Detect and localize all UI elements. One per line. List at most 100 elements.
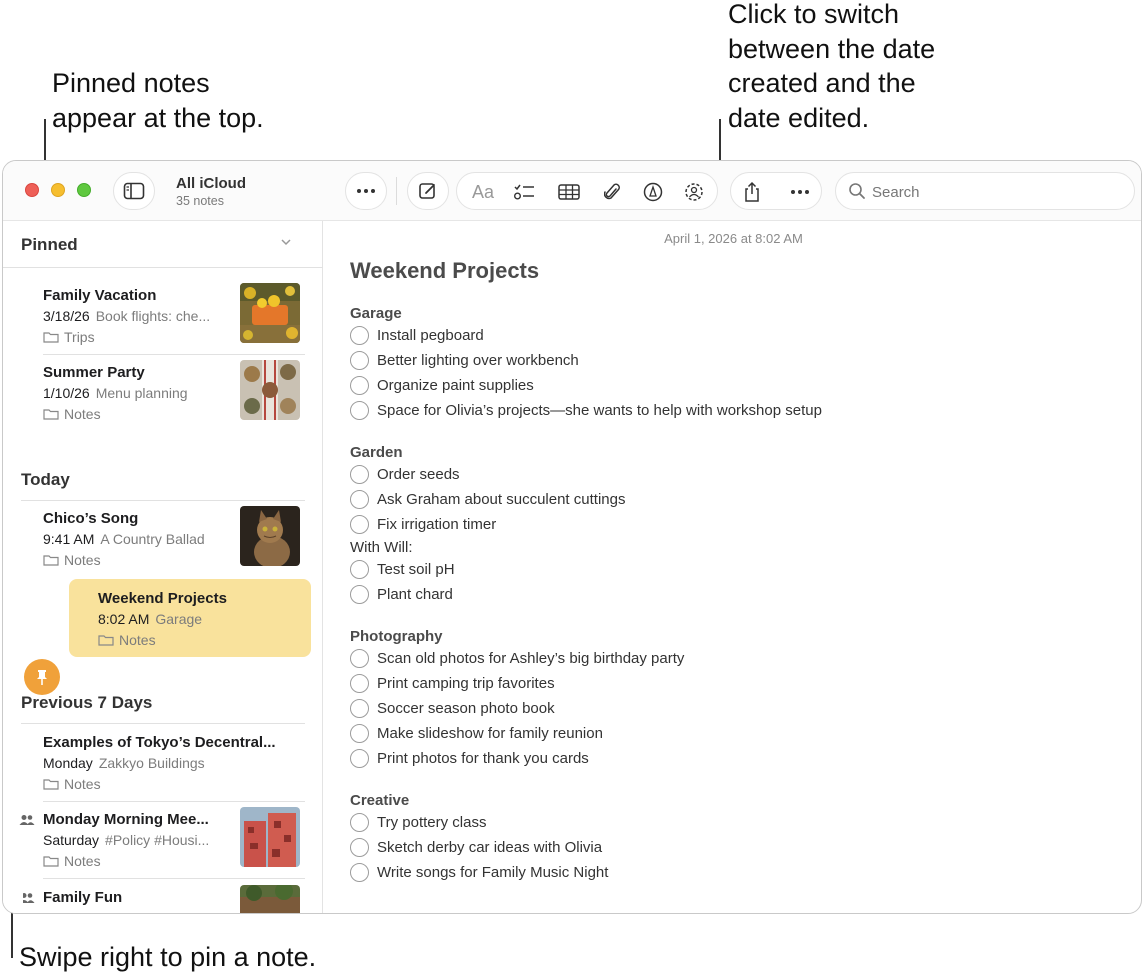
note-folder: Notes: [43, 776, 101, 792]
notes-list-sidebar: Pinned Family Vacation 3/18/26 Book fligh…: [3, 221, 323, 913]
note-item-monday-meeting[interactable]: Monday Morning Mee... Saturday #Policy #H…: [19, 807, 305, 883]
checklist-button[interactable]: [513, 182, 535, 202]
folder-icon: [43, 779, 59, 790]
note-date-toggle[interactable]: April 1, 2026 at 8:02 AM: [324, 231, 1141, 246]
note-preview: #Policy #Housi...: [105, 832, 210, 848]
checklist-item-text: Soccer season photo book: [377, 699, 555, 717]
folder-icon: [43, 409, 59, 420]
chevron-down-icon[interactable]: [279, 235, 293, 249]
checkbox[interactable]: [350, 489, 369, 509]
sidebar-toggle-button[interactable]: [113, 172, 155, 210]
checklist-item[interactable]: Test soil pH: [350, 558, 455, 580]
search-field[interactable]: [835, 172, 1135, 210]
note-item-weekend-projects[interactable]: Weekend Projects 8:02 AM Garage Notes: [69, 579, 311, 657]
notes-window: All iCloud 35 notes Aa Search Pinned Fam…: [2, 160, 1142, 914]
note-folder-name: Notes: [64, 776, 101, 792]
pin-note-button[interactable]: [24, 659, 60, 695]
folder-icon: [43, 332, 59, 343]
note-meta: 1/10/26 Menu planning: [43, 385, 233, 401]
note-count: 35 notes: [176, 194, 224, 208]
new-note-button[interactable]: [407, 172, 449, 210]
checklist-item[interactable]: Try pottery class: [350, 811, 486, 833]
share-button[interactable]: [741, 181, 763, 202]
checkbox[interactable]: [350, 837, 369, 857]
checklist-item[interactable]: Make slideshow for family reunion: [350, 722, 603, 744]
folder-icon: [98, 635, 114, 646]
markup-button[interactable]: [642, 182, 664, 202]
checklist-item-text: Install pegboard: [377, 326, 484, 344]
checkbox[interactable]: [350, 698, 369, 718]
checklist-item[interactable]: Organize paint supplies: [350, 374, 534, 396]
checkbox[interactable]: [350, 723, 369, 743]
checklist-item-text: Test soil pH: [377, 560, 455, 578]
note-meta: Monday Zakkyo Buildings: [43, 755, 305, 771]
note-title-heading: Weekend Projects: [350, 258, 540, 283]
more-actions-button[interactable]: [789, 182, 811, 202]
checkbox[interactable]: [350, 648, 369, 668]
checklist-item[interactable]: Ask Graham about succulent cuttings: [350, 488, 625, 510]
checkbox[interactable]: [350, 464, 369, 484]
checkbox[interactable]: [350, 862, 369, 882]
account-title[interactable]: All iCloud: [176, 175, 246, 192]
checklist-item[interactable]: Fix irrigation timer: [350, 513, 496, 535]
divider: [43, 801, 305, 802]
checkbox[interactable]: [350, 325, 369, 345]
note-folder: Notes: [98, 632, 156, 648]
format-button[interactable]: Aa: [471, 182, 495, 202]
checklist-item[interactable]: Print photos for thank you cards: [350, 747, 589, 769]
divider: [21, 723, 305, 724]
note-editor[interactable]: April 1, 2026 at 8:02 AM Weekend Project…: [324, 221, 1141, 913]
checklist-item[interactable]: Install pegboard: [350, 324, 484, 346]
checkbox[interactable]: [350, 748, 369, 768]
checkbox[interactable]: [350, 400, 369, 420]
checklist-item[interactable]: Soccer season photo book: [350, 697, 555, 719]
checkbox[interactable]: [350, 514, 369, 534]
note-item-family-vacation[interactable]: Family Vacation 3/18/26 Book flights: che…: [23, 283, 305, 359]
shared-icon: [23, 893, 35, 903]
checkbox[interactable]: [350, 673, 369, 693]
checkbox[interactable]: [350, 812, 369, 832]
more-options-button[interactable]: [345, 172, 387, 210]
table-button[interactable]: [558, 182, 580, 202]
section-heading-creative: Creative: [350, 792, 410, 809]
checklist-item[interactable]: Better lighting over workbench: [350, 349, 579, 371]
close-button[interactable]: [25, 183, 39, 197]
checkbox[interactable]: [350, 350, 369, 370]
note-item-tokyo[interactable]: Examples of Tokyo’s Decentral... Monday Z…: [23, 730, 305, 806]
checkbox[interactable]: [350, 375, 369, 395]
checklist-item[interactable]: Space for Olivia’s projects—she wants to…: [350, 399, 822, 421]
folder-icon: [43, 555, 59, 566]
note-item-chicos-song[interactable]: Chico’s Song 9:41 AM A Country Ballad Not…: [23, 506, 305, 582]
note-item-family-fun[interactable]: Family Fun: [23, 885, 305, 913]
note-date: 9:41 AM: [43, 531, 95, 547]
checklist-item-text: Fix irrigation timer: [377, 515, 497, 533]
checkbox[interactable]: [350, 584, 369, 604]
section-heading-garage: Garage: [350, 305, 402, 322]
toolbar-separator: [396, 177, 397, 205]
divider: [43, 354, 305, 355]
more-icon: [357, 189, 375, 193]
search-input[interactable]: [872, 182, 1112, 202]
minimize-button[interactable]: [51, 183, 65, 197]
checklist-item[interactable]: Plant chard: [350, 583, 453, 605]
search-icon: [849, 183, 865, 199]
checklist-item[interactable]: Order seeds: [350, 463, 460, 485]
checklist-item[interactable]: Sketch derby car ideas with Olivia: [350, 836, 602, 858]
collaborate-button[interactable]: [683, 182, 705, 202]
checklist-item[interactable]: Print camping trip favorites: [350, 672, 555, 694]
checklist-item-text: Scan old photos for Ashley’s big birthda…: [377, 649, 685, 667]
note-date: 3/18/26: [43, 308, 90, 324]
attachment-button[interactable]: [601, 182, 623, 202]
checklist-item-text: Better lighting over workbench: [377, 351, 579, 369]
checklist-item-text: Order seeds: [377, 465, 460, 483]
attachment-icon: [604, 183, 620, 200]
zoom-button[interactable]: [77, 183, 91, 197]
checklist-item[interactable]: Scan old photos for Ashley’s big birthda…: [350, 647, 684, 669]
checklist-item-text: Ask Graham about succulent cuttings: [377, 490, 626, 508]
checklist-item[interactable]: Write songs for Family Music Night: [350, 861, 608, 883]
note-thumbnail: [240, 885, 300, 913]
checkbox[interactable]: [350, 559, 369, 579]
note-meta: 8:02 AM Garage: [98, 611, 298, 627]
section-heading-garden: Garden: [350, 444, 403, 461]
note-item-summer-party[interactable]: Summer Party 1/10/26 Menu planning Notes: [23, 360, 305, 436]
